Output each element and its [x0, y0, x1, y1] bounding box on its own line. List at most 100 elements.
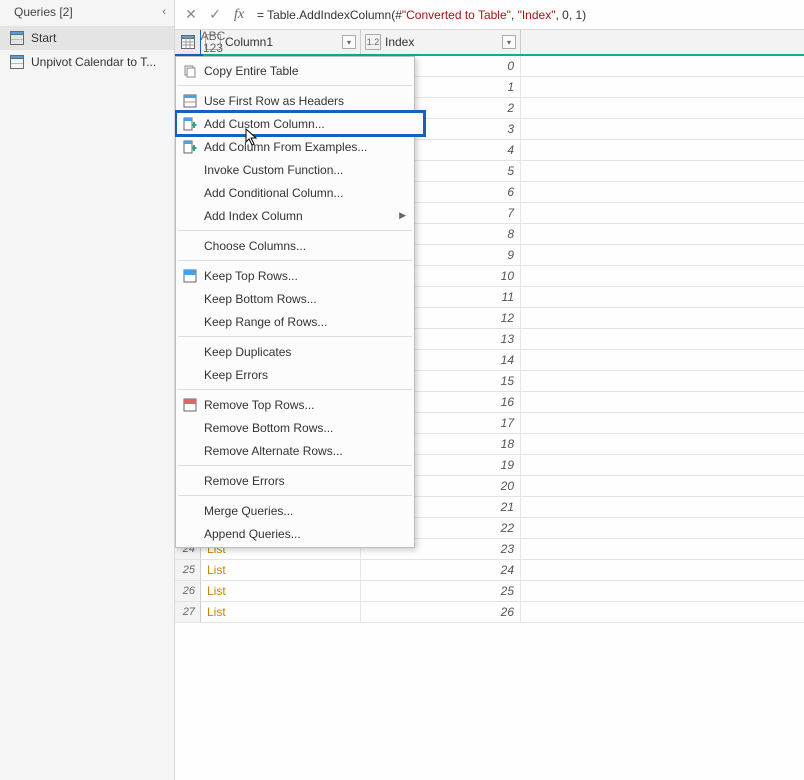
menu-item-label: Keep Bottom Rows...: [204, 292, 317, 306]
menu-item-label: Invoke Custom Function...: [204, 163, 343, 177]
menu-separator: [178, 465, 412, 466]
menu-item-label: Append Queries...: [204, 527, 301, 541]
query-item-label: Start: [31, 31, 56, 45]
blank-icon: [180, 473, 200, 489]
cell-index[interactable]: 26: [361, 602, 521, 622]
cancel-formula-button[interactable]: ✕: [179, 3, 203, 27]
table-icon: [181, 35, 195, 49]
menu-item-add-index[interactable]: Add Index Column▶: [176, 204, 414, 227]
table-row[interactable]: 27List26: [175, 602, 804, 623]
formula-bar: ✕ ✓ fx = Table.AddIndexColumn(#"Converte…: [175, 0, 804, 30]
grid-header: ABC123 Column1 ▾ 1.2 Index ▾: [175, 30, 804, 56]
menu-item-label: Remove Errors: [204, 474, 285, 488]
menu-item-label: Choose Columns...: [204, 239, 306, 253]
menu-separator: [178, 495, 412, 496]
menu-item-add-column-examples[interactable]: Add Column From Examples...: [176, 135, 414, 158]
formula-input[interactable]: = Table.AddIndexColumn(#"Converted to Ta…: [251, 5, 800, 25]
queries-pane-header: Queries [2] ‹: [0, 0, 174, 24]
menu-item-remove-bottom[interactable]: Remove Bottom Rows...: [176, 416, 414, 439]
table-icon: [10, 31, 24, 45]
menu-item-label: Remove Top Rows...: [204, 398, 315, 412]
blank-icon: [180, 526, 200, 542]
column-header-label: Column1: [225, 35, 273, 49]
add-col-icon: [180, 116, 200, 132]
table-corner-button[interactable]: [175, 30, 201, 54]
menu-separator: [178, 85, 412, 86]
row-number: 27: [175, 602, 201, 622]
any-type-icon: ABC123: [205, 34, 221, 50]
column-header-index[interactable]: 1.2 Index ▾: [361, 30, 521, 54]
query-item[interactable]: Unpivot Calendar to T...: [0, 50, 174, 74]
menu-item-merge-q[interactable]: Merge Queries...: [176, 499, 414, 522]
column-header-label: Index: [385, 35, 414, 49]
blank-icon: [180, 367, 200, 383]
menu-item-keep-bottom[interactable]: Keep Bottom Rows...: [176, 287, 414, 310]
table-row[interactable]: 26List25: [175, 581, 804, 602]
menu-item-label: Add Column From Examples...: [204, 140, 367, 154]
menu-separator: [178, 260, 412, 261]
remove-icon: [180, 397, 200, 413]
blank-icon: [180, 443, 200, 459]
menu-item-keep-range[interactable]: Keep Range of Rows...: [176, 310, 414, 333]
blank-icon: [180, 420, 200, 436]
menu-item-label: Keep Top Rows...: [204, 269, 298, 283]
menu-item-keep-dup[interactable]: Keep Duplicates: [176, 340, 414, 363]
menu-item-choose-columns[interactable]: Choose Columns...: [176, 234, 414, 257]
menu-item-keep-err[interactable]: Keep Errors: [176, 363, 414, 386]
column-header-column1[interactable]: ABC123 Column1 ▾: [201, 30, 361, 54]
table-row[interactable]: 25List24: [175, 560, 804, 581]
cell-index[interactable]: 25: [361, 581, 521, 601]
menu-item-label: Remove Alternate Rows...: [204, 444, 343, 458]
decimal-type-icon: 1.2: [365, 34, 381, 50]
queries-pane-title: Queries [2]: [14, 5, 73, 19]
menu-item-keep-top[interactable]: Keep Top Rows...: [176, 264, 414, 287]
queries-pane: Queries [2] ‹ Start Unpivot Calendar to T…: [0, 0, 175, 780]
table-icon: [10, 55, 24, 69]
menu-item-use-first-row-headers[interactable]: Use First Row as Headers: [176, 89, 414, 112]
cell-column1[interactable]: List: [201, 560, 361, 580]
menu-item-label: Remove Bottom Rows...: [204, 421, 333, 435]
collapse-icon[interactable]: ‹: [162, 6, 166, 18]
table-icon: [180, 93, 200, 109]
add-col-icon: [180, 139, 200, 155]
commit-formula-button[interactable]: ✓: [203, 3, 227, 27]
menu-item-append-q[interactable]: Append Queries...: [176, 522, 414, 545]
menu-separator: [178, 230, 412, 231]
cell-index[interactable]: 24: [361, 560, 521, 580]
menu-separator: [178, 336, 412, 337]
menu-item-label: Keep Range of Rows...: [204, 315, 327, 329]
menu-item-add-conditional[interactable]: Add Conditional Column...: [176, 181, 414, 204]
keep-icon: [180, 268, 200, 284]
copy-icon: [180, 63, 200, 79]
menu-item-copy-entire-table[interactable]: Copy Entire Table: [176, 59, 414, 82]
query-item-label: Unpivot Calendar to T...: [31, 55, 156, 69]
blank-icon: [180, 291, 200, 307]
blank-icon: [180, 162, 200, 178]
menu-item-remove-err[interactable]: Remove Errors: [176, 469, 414, 492]
menu-item-label: Add Conditional Column...: [204, 186, 343, 200]
menu-item-label: Merge Queries...: [204, 504, 293, 518]
row-number: 25: [175, 560, 201, 580]
menu-item-add-custom-column[interactable]: Add Custom Column...: [176, 112, 424, 135]
blank-icon: [180, 208, 200, 224]
menu-item-label: Keep Duplicates: [204, 345, 291, 359]
blank-icon: [180, 185, 200, 201]
fx-icon[interactable]: fx: [227, 3, 251, 27]
cell-column1[interactable]: List: [201, 581, 361, 601]
query-item[interactable]: Start: [0, 26, 174, 50]
column-filter-dropdown[interactable]: ▾: [342, 35, 356, 49]
table-context-menu: Copy Entire Table Use First Row as Header…: [175, 56, 415, 548]
cell-column1[interactable]: List: [201, 602, 361, 622]
blank-icon: [180, 344, 200, 360]
menu-item-invoke-custom-fn[interactable]: Invoke Custom Function...: [176, 158, 414, 181]
menu-item-label: Use First Row as Headers: [204, 94, 344, 108]
submenu-arrow-icon: ▶: [399, 210, 406, 221]
blank-icon: [180, 238, 200, 254]
column-filter-dropdown[interactable]: ▾: [502, 35, 516, 49]
blank-icon: [180, 503, 200, 519]
menu-item-remove-top[interactable]: Remove Top Rows...: [176, 393, 414, 416]
blank-icon: [180, 314, 200, 330]
menu-item-label: Keep Errors: [204, 368, 268, 382]
row-number: 26: [175, 581, 201, 601]
menu-item-remove-alt[interactable]: Remove Alternate Rows...: [176, 439, 414, 462]
